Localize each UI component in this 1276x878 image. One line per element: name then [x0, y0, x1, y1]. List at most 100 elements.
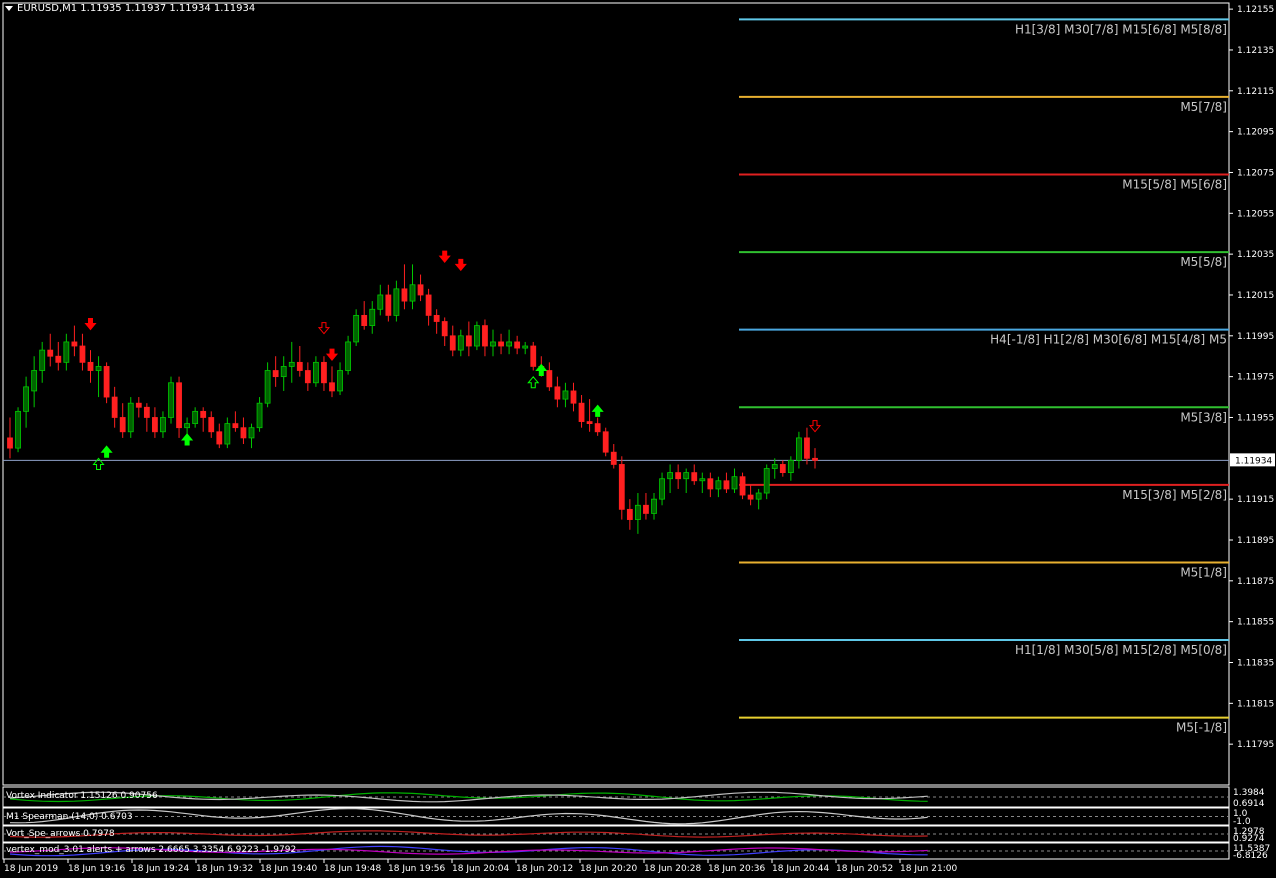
candle — [514, 335, 521, 355]
candle — [715, 476, 722, 498]
x-tick-label: 18 Jun 19:24 — [132, 864, 189, 874]
candle-body — [7, 437, 13, 449]
candle-body — [610, 451, 617, 465]
candle-body — [71, 341, 78, 347]
candle — [771, 458, 778, 479]
candle — [731, 468, 738, 494]
candle — [280, 356, 287, 391]
indicator-window: 1.39840.6914 — [2, 786, 1265, 809]
candle — [626, 499, 633, 530]
candle-body — [779, 464, 786, 474]
chart-title-text: EURUSD,M1 1.11935 1.11937 1.11934 1.1193… — [17, 3, 256, 14]
candle — [135, 397, 142, 418]
candle — [216, 423, 223, 449]
candle-body — [337, 370, 343, 392]
candle — [602, 427, 609, 457]
y-tick-label: 1.11835 — [1237, 658, 1274, 668]
candle — [87, 350, 94, 383]
candle — [393, 280, 400, 322]
candle-body — [321, 361, 327, 384]
candle-body — [232, 423, 239, 429]
candle-body — [151, 417, 158, 433]
candle — [659, 472, 665, 506]
candle — [256, 397, 263, 432]
buy-arrow-icon — [591, 404, 604, 417]
candle — [7, 417, 13, 459]
candle-body — [248, 427, 255, 439]
candle-body — [763, 468, 770, 494]
candle — [71, 325, 78, 357]
candle — [151, 407, 158, 438]
candle — [312, 356, 319, 387]
level-label: M5[-1/8] — [1176, 721, 1227, 735]
candle — [707, 472, 714, 498]
candle — [586, 399, 593, 432]
candle — [683, 468, 690, 494]
candle-body — [457, 335, 464, 351]
level-label: H4[-1/8] H1[2/8] M30[6/8] M15[4/8] M5 — [990, 333, 1227, 347]
candle-body — [39, 349, 46, 371]
candle-body — [594, 423, 601, 433]
candle-body — [23, 386, 30, 412]
candle-body — [224, 423, 231, 445]
candle — [522, 341, 529, 355]
candle — [691, 464, 698, 485]
candle — [570, 382, 577, 412]
candle — [562, 382, 569, 408]
candle-body — [570, 390, 577, 404]
y-tick-label: 1.12015 — [1237, 291, 1274, 301]
candle — [47, 333, 54, 367]
candle — [417, 274, 424, 302]
buy-arrow-icon — [181, 433, 194, 446]
candle — [457, 329, 464, 357]
candle — [610, 444, 617, 469]
candle-body — [723, 480, 730, 490]
candle-body — [160, 417, 166, 433]
candle-body — [683, 472, 690, 480]
candle — [143, 403, 150, 432]
candle-body — [635, 504, 641, 520]
candle — [55, 341, 62, 371]
candle — [248, 423, 255, 449]
candle — [779, 460, 786, 477]
candle — [240, 417, 247, 445]
indicator-min-label: 0.6914 — [1233, 799, 1265, 809]
price-chart[interactable]: 1.39840.69141.0-1.01.29780.927411.5387-6… — [0, 0, 1276, 878]
x-tick-label: 18 Jun 19:32 — [196, 864, 253, 874]
candle — [482, 319, 488, 357]
candle-body — [506, 341, 513, 347]
level-label: M15[3/8] M5[2/8] — [1122, 488, 1227, 502]
murrey-level: M15[3/8] M5[2/8] — [739, 483, 1229, 502]
candle — [39, 341, 46, 383]
candle — [433, 309, 440, 334]
level-label: M5[5/8] — [1180, 255, 1227, 269]
candle-body — [771, 464, 778, 469]
candle-body — [111, 396, 118, 418]
indicator-window: 1.29780.9274 — [2, 825, 1265, 844]
candle-body — [31, 370, 38, 392]
candle — [618, 456, 625, 520]
candle — [127, 397, 134, 438]
level-label: M5[7/8] — [1180, 100, 1227, 114]
candle-body — [143, 406, 150, 418]
candle — [723, 472, 730, 494]
candle — [473, 321, 480, 351]
candle — [651, 493, 657, 520]
y-tick-label: 1.12035 — [1237, 250, 1274, 260]
candle-body — [304, 370, 311, 384]
candle — [449, 325, 456, 357]
candle — [160, 411, 166, 438]
candle-body — [675, 472, 682, 480]
candle — [321, 356, 327, 391]
candle-body — [602, 431, 609, 453]
indicator-label-vort-spe: Vort_Spe_arrows 0.7978 — [6, 829, 115, 839]
candle-body — [264, 370, 271, 404]
candle — [264, 362, 271, 408]
indicator-window: 1.0-1.0 — [2, 807, 1251, 827]
candle-body — [79, 345, 86, 363]
candle-body — [176, 382, 182, 429]
candle — [763, 464, 770, 500]
y-tick-label: 1.12155 — [1237, 5, 1274, 15]
candle-body — [272, 370, 279, 378]
collapse-triangle-icon[interactable] — [5, 5, 13, 11]
